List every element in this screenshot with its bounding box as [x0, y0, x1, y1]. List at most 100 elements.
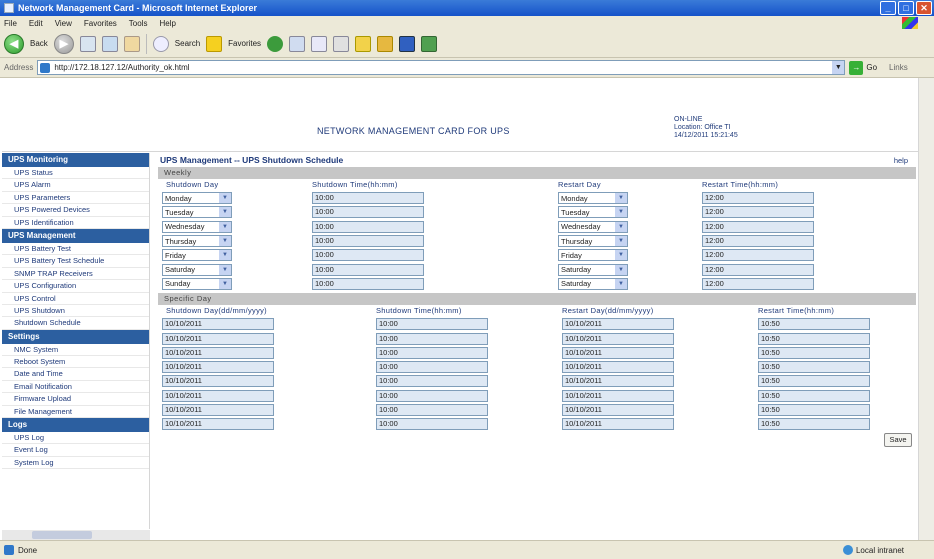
research-icon[interactable]	[377, 35, 394, 52]
stop-icon[interactable]	[79, 35, 96, 52]
shutdown-time-input[interactable]: 10:00	[312, 206, 424, 219]
sidebar-item[interactable]: SNMP TRAP Receivers	[2, 268, 149, 281]
shutdown-day-select[interactable]: Tuesday ▼	[162, 206, 232, 219]
close-icon[interactable]: ✕	[916, 1, 932, 15]
specific-restart-day-input[interactable]: 10/10/2011	[562, 375, 674, 388]
people-icon[interactable]	[421, 35, 438, 52]
chevron-down-icon[interactable]: ▼	[219, 207, 231, 218]
restart-time-input[interactable]: 12:00	[702, 206, 814, 219]
restart-time-input[interactable]: 12:00	[702, 220, 814, 233]
shutdown-time-input[interactable]: 10:00	[312, 263, 424, 276]
restart-day-select[interactable]: Saturday ▼	[558, 277, 628, 290]
sidebar-item[interactable]: Reboot System	[2, 356, 149, 369]
sidebar-item[interactable]: UPS Identification	[2, 217, 149, 229]
restart-day-select[interactable]: Friday ▼	[558, 249, 628, 262]
print-icon[interactable]	[333, 35, 350, 52]
address-input[interactable]: http://172.18.127.12/Authority_ok.html ▼	[37, 60, 846, 75]
help-link[interactable]: help	[894, 154, 908, 168]
shutdown-day-select[interactable]: Friday ▼	[162, 249, 232, 262]
search-label[interactable]: Search	[175, 39, 200, 48]
restart-day-select[interactable]: Monday ▼	[558, 192, 628, 205]
sidebar-item[interactable]: UPS Battery Test	[2, 243, 149, 256]
chevron-down-icon[interactable]: ▼	[615, 193, 627, 204]
menu-favorites[interactable]: Favorites	[84, 19, 117, 28]
specific-restart-time-input[interactable]: 10:50	[758, 318, 870, 331]
save-button[interactable]: Save	[884, 433, 912, 448]
specific-shutdown-day-input[interactable]: 10/10/2011	[162, 346, 274, 359]
specific-shutdown-time-input[interactable]: 10:00	[376, 418, 488, 431]
shutdown-day-select[interactable]: Monday ▼	[162, 192, 232, 205]
chevron-down-icon[interactable]: ▼	[615, 236, 627, 247]
mail-icon[interactable]	[311, 35, 328, 52]
shutdown-day-select[interactable]: Saturday ▼	[162, 263, 232, 276]
chevron-down-icon[interactable]: ▼	[219, 264, 231, 275]
specific-restart-day-input[interactable]: 10/10/2011	[562, 346, 674, 359]
specific-restart-day-input[interactable]: 10/10/2011	[562, 404, 674, 416]
history-icon[interactable]	[289, 35, 306, 52]
menu-view[interactable]: View	[55, 19, 72, 28]
specific-restart-day-input[interactable]: 10/10/2011	[562, 361, 674, 374]
specific-restart-day-input[interactable]: 10/10/2011	[562, 389, 674, 402]
sidebar-item[interactable]: Event Log	[2, 444, 149, 457]
specific-restart-time-input[interactable]: 10:50	[758, 389, 870, 402]
media-icon[interactable]	[267, 35, 284, 52]
favorites-label[interactable]: Favorites	[228, 39, 261, 48]
sidebar-item[interactable]: UPS Status	[2, 167, 149, 180]
sidebar-item[interactable]: File Management	[2, 406, 149, 419]
address-url[interactable]: http://172.18.127.12/Authority_ok.html	[54, 63, 189, 72]
menu-help[interactable]: Help	[159, 19, 175, 28]
sidebar-horizontal-scrollbar[interactable]	[2, 530, 150, 540]
chevron-down-icon[interactable]: ▼	[219, 236, 231, 247]
specific-restart-time-input[interactable]: 10:50	[758, 361, 870, 374]
go-button[interactable]: Go	[866, 63, 877, 72]
sidebar-item[interactable]: UPS Log	[2, 432, 149, 445]
restart-time-input[interactable]: 12:00	[702, 249, 814, 262]
chevron-down-icon[interactable]: ▼	[615, 278, 627, 289]
sidebar-item[interactable]: Date and Time	[2, 368, 149, 381]
shutdown-time-input[interactable]: 10:00	[312, 249, 424, 262]
shutdown-day-select[interactable]: Sunday ▼	[162, 277, 232, 290]
vertical-scrollbar[interactable]	[918, 78, 934, 540]
shutdown-time-input[interactable]: 10:00	[312, 235, 424, 248]
specific-shutdown-time-input[interactable]: 10:00	[376, 389, 488, 402]
specific-shutdown-day-input[interactable]: 10/10/2011	[162, 361, 274, 374]
sidebar-item[interactable]: System Log	[2, 457, 149, 470]
specific-restart-time-input[interactable]: 10:50	[758, 332, 870, 345]
specific-restart-time-input[interactable]: 10:50	[758, 346, 870, 359]
specific-shutdown-time-input[interactable]: 10:00	[376, 332, 488, 345]
restart-time-input[interactable]: 12:00	[702, 277, 814, 290]
messenger-icon[interactable]	[399, 35, 416, 52]
favorites-icon[interactable]	[206, 35, 223, 52]
sidebar-item[interactable]: UPS Alarm	[2, 179, 149, 192]
specific-restart-day-input[interactable]: 10/10/2011	[562, 318, 674, 331]
sidebar-item[interactable]: UPS Battery Test Schedule	[2, 255, 149, 268]
specific-shutdown-day-input[interactable]: 10/10/2011	[162, 404, 274, 416]
sidebar-item[interactable]: UPS Parameters	[2, 192, 149, 205]
specific-shutdown-day-input[interactable]: 10/10/2011	[162, 418, 274, 431]
back-label[interactable]: Back	[30, 39, 48, 48]
specific-restart-time-input[interactable]: 10:50	[758, 375, 870, 388]
sidebar-item[interactable]: Shutdown Schedule	[2, 317, 149, 330]
shutdown-time-input[interactable]: 10:00	[312, 277, 424, 290]
shutdown-time-input[interactable]: 10:00	[312, 220, 424, 233]
maximize-icon[interactable]: □	[898, 1, 914, 15]
scrollbar-thumb[interactable]	[32, 531, 92, 539]
folder-icon[interactable]	[355, 35, 372, 52]
restart-time-input[interactable]: 12:00	[702, 263, 814, 276]
menu-edit[interactable]: Edit	[29, 19, 43, 28]
restart-time-input[interactable]: 12:00	[702, 235, 814, 248]
chevron-down-icon[interactable]: ▼	[219, 193, 231, 204]
links-label[interactable]: Links	[889, 63, 908, 72]
restart-day-select[interactable]: Tuesday ▼	[558, 206, 628, 219]
specific-shutdown-day-input[interactable]: 10/10/2011	[162, 375, 274, 388]
sidebar-item[interactable]: Email Notification	[2, 381, 149, 394]
home-icon[interactable]	[123, 35, 140, 52]
restart-time-input[interactable]: 12:00	[702, 192, 814, 205]
chevron-down-icon[interactable]: ▼	[615, 221, 627, 232]
go-arrow-icon[interactable]: →	[849, 60, 864, 75]
chevron-down-icon[interactable]: ▼	[615, 264, 627, 275]
chevron-down-icon[interactable]: ▼	[219, 221, 231, 232]
specific-shutdown-time-input[interactable]: 10:00	[376, 375, 488, 388]
sidebar-item[interactable]: UPS Powered Devices	[2, 204, 149, 217]
shutdown-time-input[interactable]: 10:00	[312, 192, 424, 205]
